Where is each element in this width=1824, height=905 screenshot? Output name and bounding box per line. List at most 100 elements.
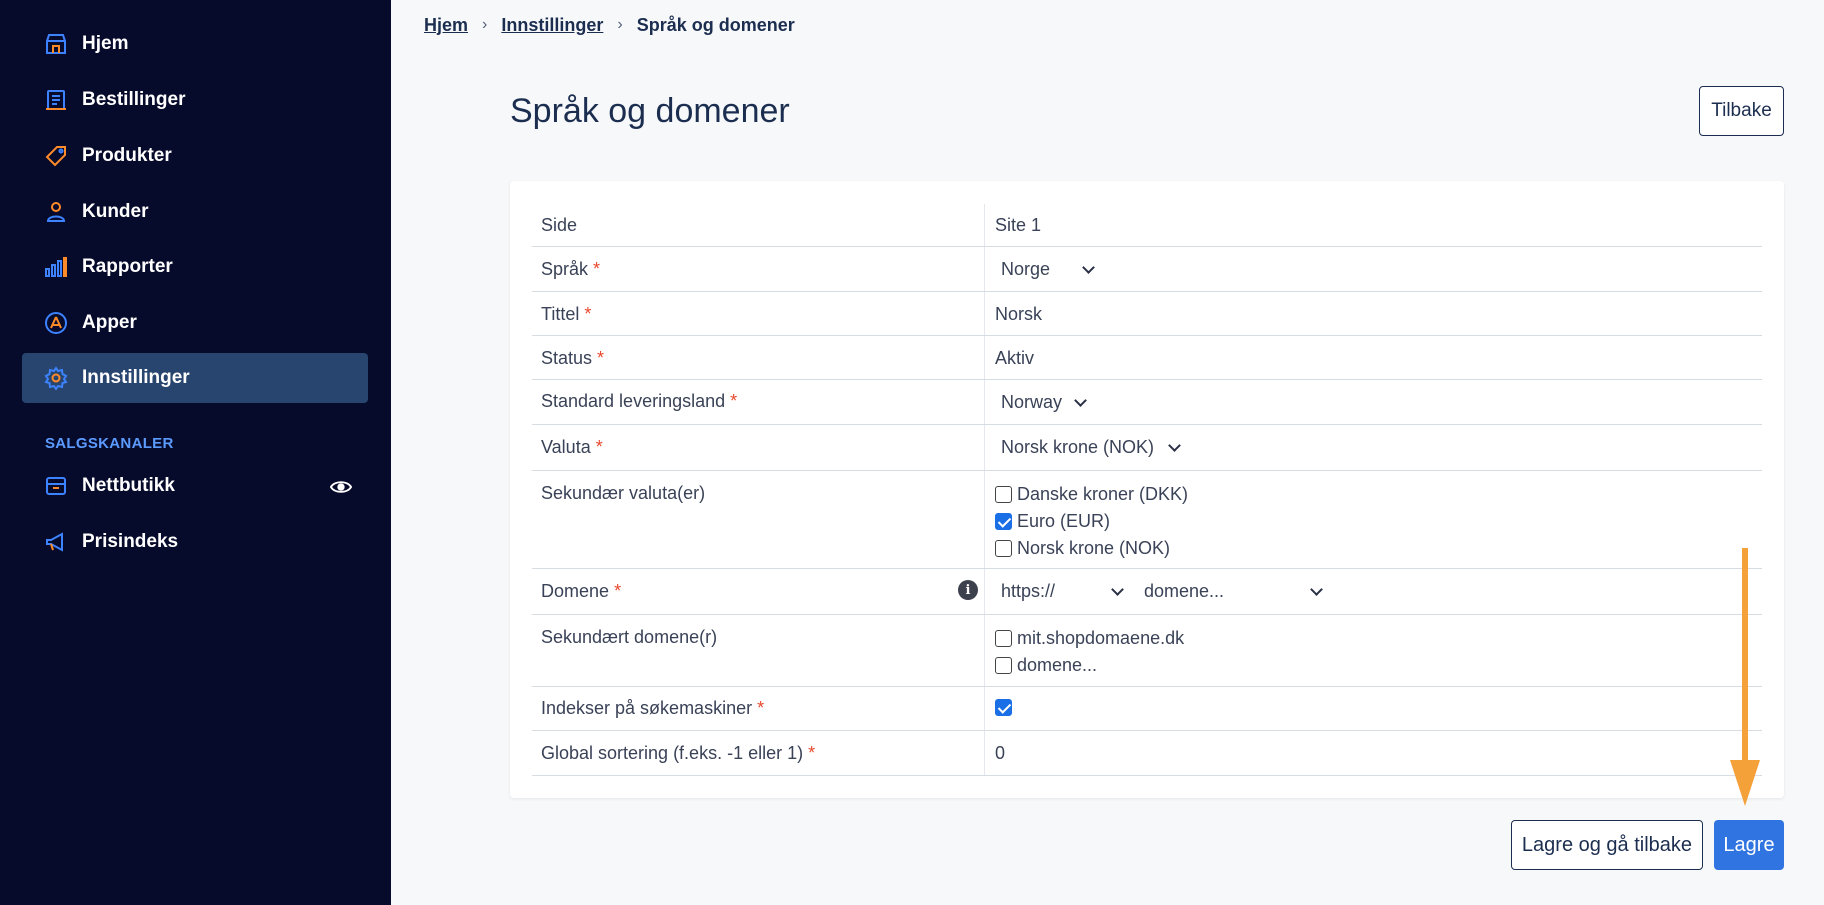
field-label: Status * — [541, 348, 605, 368]
form-row-language: Språk * Norge — [532, 247, 1762, 292]
annotation-arrow-icon — [1730, 548, 1760, 806]
sidebar-item-produkter[interactable]: Produkter — [22, 131, 368, 181]
checkbox-option[interactable]: domene... — [995, 655, 1097, 676]
column-divider — [984, 336, 985, 379]
sidebar-item-prisindeks[interactable]: Prisindeks — [22, 517, 368, 567]
sidebar-item-innstillinger[interactable]: Innstillinger — [22, 353, 368, 403]
form-row-secondary-currency: Sekundær valuta(er) Danske kroner (DKK) … — [532, 471, 1762, 569]
gear-icon — [43, 365, 69, 391]
shop-icon — [43, 473, 69, 499]
domain-select[interactable]: domene... — [1144, 581, 1323, 602]
index-checkbox-option[interactable] — [995, 699, 1012, 716]
language-select-value: Norge — [1001, 259, 1051, 279]
column-divider — [984, 615, 985, 686]
checkbox[interactable] — [995, 540, 1012, 557]
field-label: Global sortering (f.eks. -1 eller 1) * — [541, 743, 816, 763]
column-divider — [984, 471, 985, 568]
sidebar-item-label: Apper — [82, 312, 137, 333]
sidebar-item-bestillinger[interactable]: Bestillinger — [22, 75, 368, 125]
chevron-down-icon — [1310, 582, 1323, 596]
tag-icon — [43, 143, 69, 169]
form-row-title: Tittel * Norsk — [532, 292, 1762, 336]
delivery-country-select[interactable]: Norway — [1001, 392, 1087, 413]
column-divider — [984, 380, 985, 424]
field-label: Standard leveringsland * — [541, 391, 738, 411]
back-button[interactable]: Tilbake — [1699, 86, 1784, 136]
sidebar-item-hjem[interactable]: Hjem — [22, 19, 368, 69]
chevron-right-icon: › — [482, 16, 488, 33]
sidebar-item-label: Hjem — [82, 33, 129, 54]
bar-chart-icon — [43, 254, 69, 280]
checkbox-label: Danske kroner (DKK) — [1017, 484, 1189, 504]
field-label: Språk * — [541, 259, 601, 279]
checkbox[interactable] — [995, 513, 1012, 530]
protocol-select-value: https:// — [1001, 581, 1056, 601]
domain-select-value: domene... — [1144, 581, 1225, 601]
sidebar-item-rapporter[interactable]: Rapporter — [22, 242, 368, 292]
field-label: Indekser på søkemaskiner * — [541, 698, 765, 718]
checkbox-label: mit.shopdomaene.dk — [1017, 628, 1185, 648]
form-row-currency: Valuta * Norsk krone (NOK) — [532, 425, 1762, 471]
megaphone-icon — [43, 529, 69, 555]
apps-icon — [43, 310, 69, 336]
checkbox[interactable] — [995, 486, 1012, 503]
save-and-back-button[interactable]: Lagre og gå tilbake — [1511, 820, 1703, 870]
checkbox-label: Euro (EUR) — [1017, 511, 1111, 531]
checkbox-option[interactable]: mit.shopdomaene.dk — [995, 628, 1184, 649]
checkbox-label: domene... — [1017, 655, 1098, 675]
sidebar-item-label: Bestillinger — [82, 89, 186, 110]
chevron-down-icon — [1111, 582, 1124, 596]
breadcrumb-current: Språk og domener — [636, 14, 795, 35]
form-row-domain: Domene * i https:// domene... — [532, 569, 1762, 615]
protocol-select[interactable]: https:// — [1001, 581, 1124, 602]
currency-select[interactable]: Norsk krone (NOK) — [1001, 437, 1181, 458]
form-row-side: Side Site 1 — [532, 204, 1762, 247]
breadcrumb-link-hjem[interactable]: Hjem — [424, 15, 468, 36]
section-title-salgskanaler: SALGSKANALER — [45, 435, 174, 452]
index-checkbox[interactable] — [995, 699, 1012, 716]
breadcrumb-link-innstillinger[interactable]: Innstillinger — [501, 15, 603, 36]
form-row-index: Indekser på søkemaskiner * — [532, 687, 1762, 731]
side-value: Site 1 — [995, 215, 1042, 235]
sidebar-item-label: Produkter — [82, 145, 172, 166]
form-row-status: Status * Aktiv — [532, 336, 1762, 380]
form-row-global-sort: Global sortering (f.eks. -1 eller 1) * 0 — [532, 731, 1762, 776]
sidebar-item-nettbutikk[interactable]: Nettbutikk — [22, 461, 368, 511]
sidebar-item-label: Rapporter — [82, 256, 173, 277]
language-select[interactable]: Norge — [1001, 259, 1095, 280]
user-icon — [43, 199, 69, 225]
checkbox-option[interactable]: Danske kroner (DKK) — [995, 484, 1188, 505]
title-input[interactable]: Norsk — [995, 304, 1042, 325]
breadcrumb: Hjem › Innstillinger › Språk og domener — [424, 12, 795, 38]
form-row-delivery-country: Standard leveringsland * Norway — [532, 380, 1762, 425]
chevron-down-icon — [1082, 260, 1095, 274]
sidebar-item-kunder[interactable]: Kunder — [22, 187, 368, 237]
checkbox-option[interactable]: Norsk krone (NOK) — [995, 538, 1170, 559]
sidebar-item-label: Nettbutikk — [82, 475, 175, 496]
orders-icon — [43, 87, 69, 113]
settings-form-card: Side Site 1 Språk * Norge Tittel * Norsk… — [510, 181, 1784, 798]
store-icon — [43, 31, 69, 57]
field-label: Side — [541, 215, 578, 235]
column-divider — [984, 569, 985, 614]
checkbox[interactable] — [995, 630, 1012, 647]
checkbox[interactable] — [995, 657, 1012, 674]
currency-select-value: Norsk krone (NOK) — [1001, 437, 1155, 457]
chevron-down-icon — [1168, 438, 1181, 452]
save-button[interactable]: Lagre — [1714, 820, 1784, 870]
column-divider — [984, 204, 985, 246]
status-value[interactable]: Aktiv — [995, 348, 1034, 369]
sidebar: Hjem Bestillinger Produkter Kunder Rappo… — [0, 0, 391, 905]
eye-icon[interactable] — [329, 476, 353, 498]
column-divider — [984, 247, 985, 291]
delivery-country-select-value: Norway — [1001, 392, 1063, 412]
global-sort-input[interactable]: 0 — [995, 743, 1005, 764]
sidebar-item-label: Kunder — [82, 201, 149, 222]
field-label: Tittel * — [541, 304, 592, 324]
chevron-down-icon — [1074, 393, 1087, 407]
checkbox-option[interactable]: Euro (EUR) — [995, 511, 1110, 532]
info-icon[interactable]: i — [958, 580, 978, 600]
column-divider — [984, 292, 985, 335]
sidebar-item-apper[interactable]: Apper — [22, 298, 368, 348]
field-label: Sekundært domene(r) — [541, 627, 718, 647]
